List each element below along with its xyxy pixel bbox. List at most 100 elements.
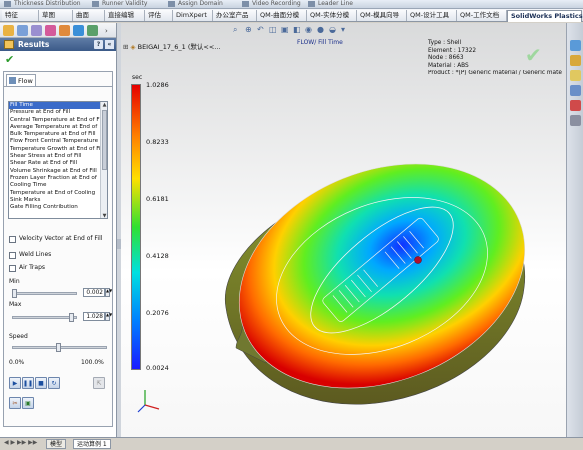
- hide-show-icon[interactable]: ◉: [305, 25, 312, 34]
- display-style-icon[interactable]: ◧: [293, 25, 301, 34]
- confirm-check-icon[interactable]: ✔: [525, 43, 542, 67]
- stop-icon[interactable]: ■: [35, 377, 47, 389]
- scroll-up-icon[interactable]: ▲: [101, 102, 107, 109]
- results-list-item[interactable]: Pressure at End of Fill: [9, 109, 101, 116]
- max-slider-track[interactable]: [12, 316, 77, 319]
- tab-model[interactable]: 模型: [46, 439, 67, 449]
- tab-qm-design-tools[interactable]: QM-设计工具: [407, 10, 457, 21]
- view-orientation-icon[interactable]: ▣: [281, 25, 289, 34]
- list-scrollbar[interactable]: ▲ ▼: [100, 102, 107, 218]
- scene-icon[interactable]: ◒: [329, 25, 336, 34]
- results-list-item[interactable]: Bulk Temperature at End of Fill: [9, 131, 101, 138]
- velocity-vector-checkbox[interactable]: [9, 236, 16, 243]
- property-manager-icon[interactable]: [17, 25, 28, 36]
- assign-domain-item[interactable]: Assign Domain: [168, 0, 223, 9]
- tab-motion-study[interactable]: 运动算例 1: [73, 439, 111, 449]
- results-list-item[interactable]: Sink Marks: [9, 197, 101, 204]
- custom-properties-icon[interactable]: [570, 115, 581, 126]
- tab-solidworks-plastics[interactable]: SolidWorks Plastics: [507, 10, 583, 22]
- plastics-manager-icon[interactable]: [87, 25, 98, 36]
- dimxpert-icon[interactable]: [45, 25, 56, 36]
- scroll-down-icon[interactable]: ▼: [101, 213, 107, 218]
- thickness-distribution-item[interactable]: Thickness Distribution: [4, 0, 81, 9]
- chevron-right-icon[interactable]: ›: [105, 27, 108, 35]
- fill-time-surface: [238, 163, 526, 389]
- nav-arrows-icon[interactable]: ◀ ▶ ▶▶ ▶▶: [4, 439, 37, 446]
- tab-office-products[interactable]: 办公室产品: [213, 10, 257, 21]
- graphics-view[interactable]: ⌕ ⊕ ↶ ◫ ▣ ◧ ◉ ● ◒ ▾ ⊞ ◈ BEIGAI_17_6_1 (默…: [121, 23, 566, 437]
- tab-qm-work-docs[interactable]: QM-工作文档: [457, 10, 507, 21]
- video-recording-item[interactable]: Video Recording: [242, 0, 301, 9]
- previous-view-icon[interactable]: ↶: [257, 25, 264, 34]
- document-title[interactable]: ⊞ ◈ BEIGAI_17_6_1 (默认<<...: [123, 41, 220, 51]
- result-title: FLOW/ Fill Time: [297, 39, 343, 46]
- resources-icon[interactable]: [570, 40, 581, 51]
- playback-controls: ▶ ❚❚ ■ ↻ ⇱: [9, 377, 109, 389]
- gate-marker[interactable]: [414, 256, 422, 264]
- appearances-icon[interactable]: [570, 100, 581, 111]
- tab-direct-edit[interactable]: 直接编辑: [105, 10, 145, 21]
- tab-sketch[interactable]: 草图: [39, 10, 73, 21]
- tab-flow[interactable]: Flow: [6, 74, 36, 86]
- image-export-icon[interactable]: ▣: [22, 397, 34, 409]
- appearance-icon[interactable]: ●: [317, 25, 324, 34]
- results-list-item[interactable]: Average Temperature at End of: [9, 124, 101, 131]
- file-explorer-icon[interactable]: [570, 70, 581, 81]
- export-icon[interactable]: ⇱: [93, 377, 105, 389]
- part-model[interactable]: [206, 158, 536, 413]
- max-spinner[interactable]: ▲▼: [105, 312, 112, 321]
- results-list-item[interactable]: Temperature at End of Cooling: [9, 190, 101, 197]
- min-value-field[interactable]: 0.002: [83, 288, 105, 297]
- play-icon[interactable]: ▶: [9, 377, 21, 389]
- clipping-icon[interactable]: ✂: [9, 397, 21, 409]
- design-library-icon[interactable]: [570, 55, 581, 66]
- results-list-item[interactable]: Cooling Time: [9, 182, 101, 189]
- results-list-item[interactable]: Shear Rate at End of Fill: [9, 160, 101, 167]
- tab-qm-surface-parting[interactable]: QM-曲面分模: [257, 10, 307, 21]
- tab-qm-mold-wizard[interactable]: QM-模具向导: [357, 10, 407, 21]
- min-slider-track[interactable]: [12, 292, 77, 295]
- zoom-fit-icon[interactable]: ⌕: [233, 25, 237, 35]
- leader-line-item[interactable]: Leader Line: [308, 0, 353, 9]
- section-view-icon[interactable]: ◫: [269, 25, 277, 34]
- results-list-item[interactable]: Temperature Growth at End of Fil: [9, 146, 101, 153]
- results-list-item[interactable]: Flow Front Central Temperature: [9, 138, 101, 145]
- min-spinner[interactable]: ▲▼: [105, 288, 112, 297]
- help-button[interactable]: ?: [94, 40, 103, 49]
- tab-features[interactable]: 特征: [2, 10, 39, 21]
- view-palette-icon[interactable]: [570, 85, 581, 96]
- configuration-icon[interactable]: [31, 25, 42, 36]
- speed-slider-thumb[interactable]: [56, 343, 61, 352]
- ok-check-button[interactable]: ✔: [5, 54, 17, 66]
- results-listbox[interactable]: Fill Time Pressure at End of Fill Central …: [8, 101, 108, 219]
- results-list-item[interactable]: Frozen Layer Fraction at End of: [9, 175, 101, 182]
- display-manager-icon[interactable]: [59, 25, 70, 36]
- collapse-button[interactable]: «: [105, 40, 114, 49]
- zoom-area-icon[interactable]: ⊕: [245, 25, 252, 34]
- results-list-item[interactable]: Volume Shrinkage at End of Fill: [9, 168, 101, 175]
- loop-icon[interactable]: ↻: [48, 377, 60, 389]
- weld-lines-checkbox[interactable]: [9, 252, 16, 259]
- air-traps-checkbox[interactable]: [9, 265, 16, 272]
- extra-controls: ✂ ▣: [9, 397, 39, 409]
- runner-validity-item[interactable]: Runner Validity: [92, 0, 147, 9]
- min-slider-thumb[interactable]: [12, 289, 17, 298]
- min-label: Min: [9, 278, 20, 285]
- results-list-item[interactable]: Central Temperature at End of F: [9, 117, 101, 124]
- expand-icon[interactable]: ⊞: [123, 43, 128, 51]
- tab-dimxpert[interactable]: DimXpert: [173, 10, 213, 21]
- tab-evaluate[interactable]: 评估: [145, 10, 173, 21]
- view-settings-icon[interactable]: ▾: [341, 25, 345, 34]
- thickness-icon: [4, 0, 11, 7]
- tab-qm-solid-parting[interactable]: QM-实体分模: [307, 10, 357, 21]
- max-slider-thumb[interactable]: [69, 313, 74, 322]
- max-value-field[interactable]: 1.028: [83, 312, 105, 321]
- results-list-item[interactable]: Gate Filling Contribution: [9, 204, 101, 211]
- feature-tree-icon[interactable]: [3, 25, 14, 36]
- scroll-thumb[interactable]: [102, 110, 107, 170]
- plastics-icon[interactable]: [73, 25, 84, 36]
- results-list-item[interactable]: Fill Time: [9, 102, 101, 110]
- results-list-item[interactable]: Shear Stress at End of Fill: [9, 153, 101, 160]
- pause-icon[interactable]: ❚❚: [22, 377, 34, 389]
- tab-surfaces[interactable]: 曲面: [73, 10, 105, 21]
